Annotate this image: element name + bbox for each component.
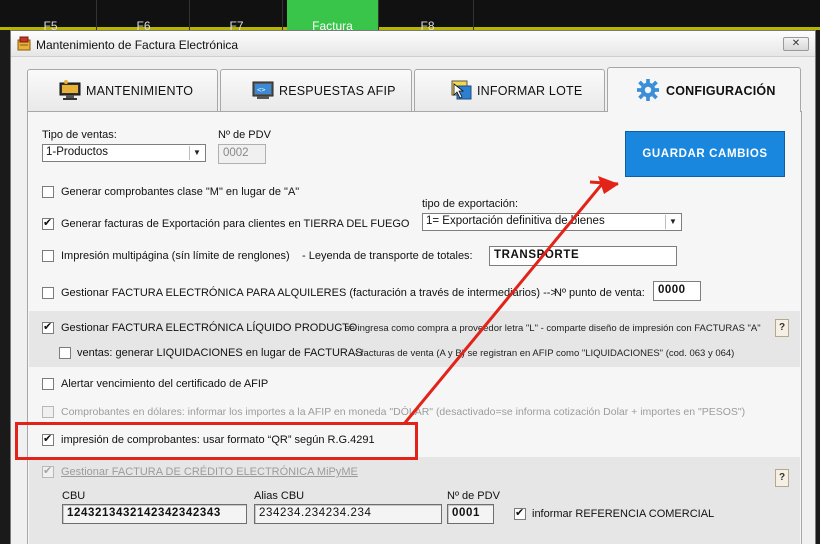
dolares-checkbox [42,406,54,418]
alias-cbu-field[interactable]: 234234.234234.234 [254,504,442,524]
tab-mantenimiento[interactable]: MANTENIMIENTO [27,69,218,111]
tab-configuracion[interactable]: CONFIGURACIÓN [607,67,801,112]
clase-m-label: Generar comprobantes clase "M" en lugar … [61,186,300,198]
cbu-label: CBU [62,490,86,502]
liquido-help-button[interactable]: ? [775,319,789,337]
tab-respuestas-afip[interactable]: <> RESPUESTAS AFIP [220,69,412,111]
tipo-exportacion-label: tipo de exportación: [422,198,519,210]
punto-venta-input[interactable]: 0000 [653,281,701,301]
punto-venta-label: Nº punto de venta: [554,287,645,299]
referencia-label: informar REFERENCIA COMERCIAL [532,508,715,520]
liquidaciones-note: - facturas de venta (A y B) se registran… [355,348,735,359]
leyenda-label: - Leyenda de transporte de totales: [302,250,473,262]
exportacion-label: Generar facturas de Exportación para cli… [61,218,410,230]
fkey-f6[interactable]: F6 [98,0,190,30]
fkey-f8[interactable]: F8 [382,0,474,30]
tab-label: MANTENIMIENTO [86,84,194,98]
computer-icon [59,80,81,100]
tab-label: INFORMAR LOTE [477,84,583,98]
alias-cbu-label: Alias CBU [254,490,305,502]
dolares-label: Comprobantes en dólares: informar los im… [61,406,746,418]
exportacion-checkbox[interactable] [42,216,54,230]
background-toolbar: F5 F6 F7 Factura F8 [0,0,820,30]
save-button[interactable]: GUARDAR CAMBIOS [625,131,785,177]
title-bar: Mantenimiento de Factura Electrónica ✕ [11,31,815,57]
alquileres-label: Gestionar FACTURA ELECTRÓNICA PARA ALQUI… [61,287,557,299]
mipyme-checkbox [42,464,54,478]
mipyme-help-button[interactable]: ? [775,469,789,487]
mipyme-label: Gestionar FACTURA DE CRÉDITO ELECTRÓNICA… [61,466,358,478]
chevron-down-icon: ▼ [665,215,680,229]
liquido-checkbox[interactable] [42,320,54,334]
fkey-f5[interactable]: F5 [5,0,97,30]
alquileres-checkbox[interactable] [42,287,54,299]
configuration-panel: Tipo de ventas: 1-Productos ▼ Nº de PDV … [27,111,802,544]
tab-label: RESPUESTAS AFIP [279,84,396,98]
certificado-checkbox[interactable] [42,378,54,390]
liquidaciones-label: ventas: generar LIQUIDACIONES en lugar d… [77,347,363,359]
annotation-highlight-box [15,422,418,460]
tab-label: CONFIGURACIÓN [666,84,776,98]
certificado-label: Alertar vencimiento del certificado de A… [61,378,269,390]
fkey-f7[interactable]: F7 [191,0,283,30]
mipyme-pdv-label: Nº de PDV [447,490,500,502]
config-window: Mantenimiento de Factura Electrónica ✕ M… [10,30,816,544]
tipo-ventas-label: Tipo de ventas: [42,129,117,141]
window-title: Mantenimiento de Factura Electrónica [36,38,239,52]
liquido-note: - se ingresa como compra a proveedor let… [339,323,761,334]
fkey-factura[interactable]: Factura [287,0,379,30]
tipo-ventas-value: 1-Productos [46,146,109,158]
pdv-field: 0002 [218,144,266,164]
cbu-field[interactable]: 1243213432142342342343 [62,504,247,524]
tipo-exportacion-select[interactable]: 1= Exportación definitiva de bienes ▼ [422,213,682,231]
liquidaciones-checkbox[interactable] [59,347,71,359]
pdv-label: Nº de PDV [218,129,271,141]
tab-informar-lote[interactable]: INFORMAR LOTE [414,69,605,111]
gear-icon [637,79,659,101]
invoice-app-icon [17,36,31,51]
multipagina-label: Impresión multipágina (sín límite de ren… [61,250,290,262]
tipo-exportacion-value: 1= Exportación definitiva de bienes [426,215,605,227]
multipagina-checkbox[interactable] [42,250,54,262]
clase-m-checkbox[interactable] [42,186,54,198]
chevron-down-icon: ▼ [189,146,204,160]
terminal-icon: <> [252,81,274,99]
cursor-window-icon [451,80,472,100]
svg-text:<>: <> [257,86,265,94]
leyenda-input[interactable]: TRANSPORTE [489,246,677,266]
mipyme-pdv-field[interactable]: 0001 [447,504,494,524]
liquido-label: Gestionar FACTURA ELECTRÓNICA LÍQUIDO PR… [61,322,358,334]
referencia-checkbox[interactable] [514,506,526,520]
tipo-ventas-select[interactable]: 1-Productos ▼ [42,144,206,162]
close-button[interactable]: ✕ [783,37,809,51]
